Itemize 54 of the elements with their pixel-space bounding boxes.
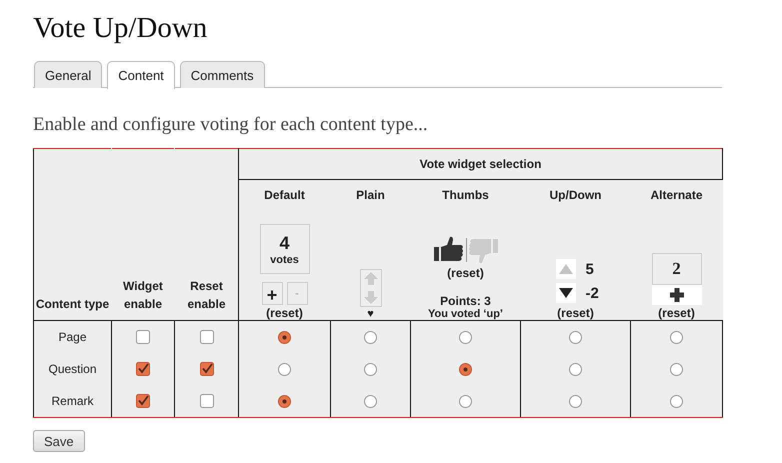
reset-link[interactable]: (reset) (447, 266, 484, 280)
column-header: Widget enable (123, 279, 163, 311)
votes-label: votes (270, 254, 299, 266)
up-count: 5 (586, 260, 595, 278)
page-title: Vote Up/Down (33, 12, 208, 46)
radio-button[interactable] (670, 363, 683, 376)
down-count: -2 (586, 284, 600, 302)
column-group-heading: Vote widget selection (238, 148, 722, 180)
radio-button[interactable] (569, 363, 582, 376)
checkbox[interactable] (136, 394, 150, 408)
radio-button[interactable] (278, 363, 291, 376)
checkbox[interactable] (200, 362, 214, 376)
radio-button[interactable] (459, 331, 472, 344)
radio-button[interactable] (278, 331, 291, 344)
checkbox[interactable] (200, 330, 214, 344)
checkbox[interactable] (136, 362, 150, 376)
plus-icon[interactable] (652, 285, 702, 305)
column-header: Reset enable (187, 279, 226, 311)
thumbs-icon[interactable] (432, 235, 498, 265)
tab[interactable]: General (34, 61, 102, 88)
radio-button[interactable] (459, 363, 472, 376)
radio-button[interactable] (364, 363, 377, 376)
radio-button[interactable] (569, 395, 582, 408)
radio-button[interactable] (459, 395, 472, 408)
column-header: Default (264, 188, 305, 202)
save-button[interactable]: Save (33, 430, 85, 452)
tab[interactable]: Content (107, 61, 175, 89)
points-text: Points: 3 (440, 294, 491, 308)
radio-button[interactable] (278, 395, 291, 408)
reset-link[interactable]: (reset) (266, 306, 303, 320)
column-header: Content type (36, 297, 110, 311)
radio-button[interactable] (569, 331, 582, 344)
plus-button[interactable]: + (262, 282, 282, 305)
checkbox[interactable] (136, 330, 150, 344)
column-header: Alternate (650, 188, 702, 202)
radio-button[interactable] (364, 331, 377, 344)
column-header: Up/Down (550, 188, 602, 202)
tab[interactable]: Comments (180, 61, 265, 88)
content-type-label: Remark (51, 394, 94, 408)
radio-button[interactable] (364, 395, 377, 408)
vote-note: You voted ‘up’ (428, 308, 503, 320)
vote-count: 2 (652, 253, 702, 285)
column-header: Plain (356, 188, 385, 202)
checkbox[interactable] (200, 394, 214, 408)
content-type-label: Page (58, 330, 87, 344)
vote-count: 4 (279, 232, 290, 254)
reset-link[interactable]: (reset) (557, 306, 594, 320)
radio-button[interactable] (670, 331, 683, 344)
heart-mark: ♥ (367, 308, 374, 320)
content-type-label: Question (48, 362, 97, 376)
reset-link[interactable]: (reset) (658, 306, 695, 320)
column-header: Thumbs (442, 188, 489, 202)
radio-button[interactable] (670, 395, 683, 408)
intro-text: Enable and configure voting for each content type... (33, 114, 429, 136)
